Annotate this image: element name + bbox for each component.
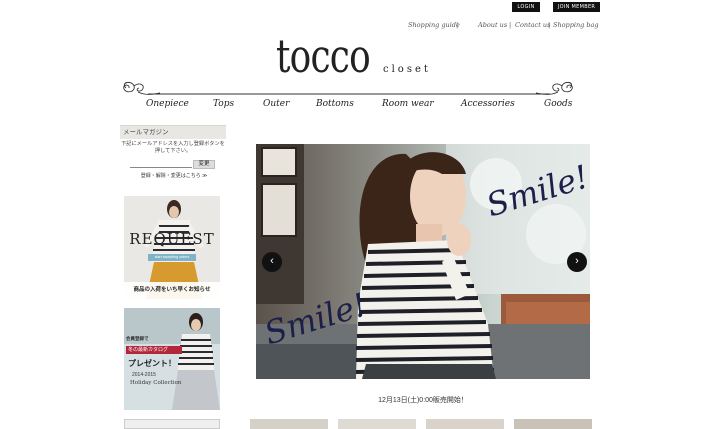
catalog-present: プレゼント！ bbox=[128, 359, 176, 368]
request-banner[interactable]: REQUEST start accepting orders 商品の入荷をいち早… bbox=[124, 196, 220, 299]
shopping-guide-link[interactable]: Shopping guide bbox=[408, 20, 460, 30]
product-thumb[interactable] bbox=[338, 419, 416, 429]
join-member-button[interactable]: JOIN MEMBER bbox=[553, 2, 600, 12]
divider: | bbox=[456, 21, 459, 29]
request-tag: start accepting orders bbox=[148, 254, 196, 261]
mail-magazine-heading: メールマガジン bbox=[120, 125, 226, 139]
product-thumb[interactable] bbox=[250, 419, 328, 429]
hero-caption: 12月13日(土)0:00販売開始！ bbox=[378, 397, 468, 404]
mail-email-input[interactable] bbox=[130, 160, 192, 168]
brand-logo-sub: closet bbox=[383, 64, 431, 75]
mail-submit-button[interactable]: 変更 bbox=[193, 160, 215, 169]
nav-bottoms[interactable]: Bottoms bbox=[316, 99, 354, 109]
nav-outer[interactable]: Outer bbox=[263, 99, 289, 109]
ornament-divider bbox=[123, 81, 573, 95]
slider-prev-button[interactable]: ‹ bbox=[262, 252, 282, 272]
request-title: REQUEST bbox=[129, 230, 215, 248]
product-thumb[interactable] bbox=[514, 419, 592, 429]
slider-next-button[interactable]: › bbox=[567, 252, 587, 272]
catalog-tag-2: 冬の最新カタログ bbox=[126, 346, 182, 354]
shopping-bag-link[interactable]: Shopping bag bbox=[553, 20, 599, 30]
nav-tops[interactable]: Tops bbox=[213, 99, 234, 109]
about-us-link[interactable]: About us bbox=[478, 20, 507, 30]
nav-room-wear[interactable]: Room wear bbox=[382, 99, 434, 109]
hero-slider[interactable]: Smile! Smile! bbox=[256, 144, 590, 379]
catalog-subtitle: Holiday Collection bbox=[130, 380, 182, 386]
catalog-tag-1: 会員登録で bbox=[126, 336, 149, 341]
login-button[interactable]: LOGIN bbox=[512, 2, 540, 12]
product-thumb[interactable] bbox=[426, 419, 504, 429]
request-text: 商品の入荷をいち早くお知らせ bbox=[133, 287, 211, 293]
mail-magazine-description: 下記にメールアドレスを入力し登録ボタンを押して下さい。 bbox=[121, 141, 225, 154]
nav-goods[interactable]: Goods bbox=[544, 99, 572, 109]
divider: | bbox=[509, 21, 512, 29]
catalog-years: 2014-2015 bbox=[132, 372, 156, 378]
mail-register-link[interactable]: 登録・解除・変更はこちら ≫ bbox=[124, 172, 224, 179]
brand-logo[interactable]: tocco bbox=[276, 30, 371, 82]
main-nav: Onepiece Tops Outer Bottoms Room wear Ac… bbox=[118, 99, 578, 113]
catalog-banner[interactable]: 会員登録で 冬の最新カタログ プレゼント！ 2014-2015 Holiday … bbox=[124, 308, 220, 410]
nav-accessories[interactable]: Accessories bbox=[461, 99, 515, 109]
sidebar-banner-3[interactable] bbox=[124, 419, 220, 429]
contact-us-link[interactable]: Contact us bbox=[515, 20, 550, 30]
nav-onepiece[interactable]: Onepiece bbox=[146, 99, 189, 109]
divider: | bbox=[548, 21, 551, 29]
